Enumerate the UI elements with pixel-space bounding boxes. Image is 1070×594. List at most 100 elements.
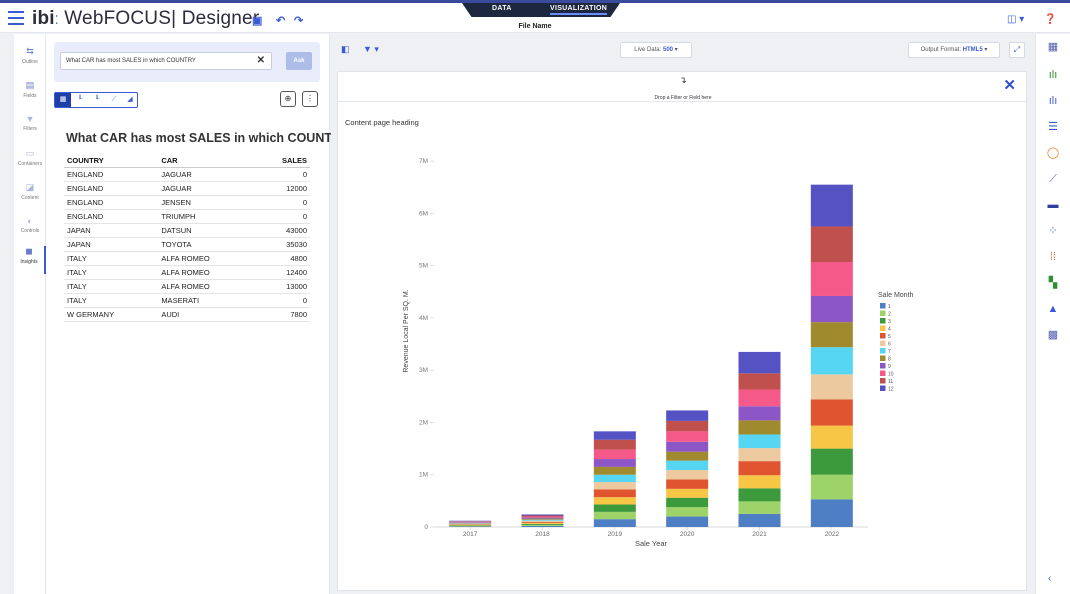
bar-segment-2022-month-8 xyxy=(810,322,853,348)
treemap-chart-icon[interactable]: ▚ xyxy=(1044,276,1062,290)
nav-item-outline[interactable]: ⇆ Outline xyxy=(14,46,46,65)
nav-label: Controls xyxy=(20,228,40,234)
legend-swatch xyxy=(880,378,886,384)
table-row: JAPAN TOYOTA 35030 xyxy=(64,237,310,252)
bar-chart-icon[interactable]: ╙ xyxy=(72,93,88,107)
output-format-select[interactable]: Output Format: HTML5 ▾ xyxy=(908,42,1000,58)
scatter-chart-icon[interactable]: ⁘ xyxy=(1044,224,1062,238)
nav-label: Filters xyxy=(23,126,37,132)
tab-visualization[interactable]: VISUALIZATION xyxy=(550,5,608,15)
layout-toggle-icon[interactable]: ◫ ▾ xyxy=(1007,14,1024,25)
table-row: ENGLAND JAGUAR 0 xyxy=(64,167,310,182)
cell-car: AUDI xyxy=(158,307,255,322)
tab-data[interactable]: DATA xyxy=(492,5,512,12)
table-row: ITALY ALFA ROMEO 4800 xyxy=(64,251,310,266)
line-chart-icon[interactable]: ⟋ xyxy=(1044,172,1062,186)
clear-icon[interactable]: ✕ xyxy=(257,55,265,66)
bar-segment-2022-month-5 xyxy=(810,399,853,426)
cell-car: MASERATI xyxy=(158,293,255,308)
cell-sales: 12400 xyxy=(254,265,310,280)
table-chart-icon[interactable]: ▦ xyxy=(1044,40,1062,54)
ask-query-text: What CAR has most SALES in which COUNTRY xyxy=(66,58,196,64)
cell-sales: 43000 xyxy=(254,223,310,238)
x-tick-label: 2020 xyxy=(680,531,695,538)
live-data-select[interactable]: Live Data: 500 ▾ xyxy=(620,42,692,58)
ask-button[interactable]: Ask xyxy=(286,52,312,70)
cell-sales: 4800 xyxy=(254,251,310,266)
legend-item-label: 7 xyxy=(888,349,891,355)
x-axis-label: Sale Year xyxy=(635,539,668,548)
area-chart-icon[interactable]: ◢ xyxy=(122,93,138,107)
bar-segment-2019-month-12 xyxy=(593,431,636,440)
nav-label: Outline xyxy=(22,59,38,65)
ask-input[interactable]: What CAR has most SALES in which COUNTRY… xyxy=(60,52,272,70)
legend-swatch xyxy=(880,370,886,376)
legend-swatch xyxy=(880,303,886,309)
pyramid-chart-icon[interactable]: ▲ xyxy=(1044,302,1062,316)
line-chart-icon[interactable]: ⟋ xyxy=(106,93,122,107)
nav-item-filters[interactable]: ▼ Filters xyxy=(14,114,46,132)
bar-segment-2019-month-4 xyxy=(593,497,636,505)
table-view-icon[interactable]: ▦ xyxy=(55,93,71,107)
col-sales: SALES xyxy=(254,154,310,168)
x-tick-label: 2022 xyxy=(825,531,840,538)
cell-country: W GERMANY xyxy=(64,307,159,322)
nav-item-containers[interactable]: ▭ Containers xyxy=(14,148,46,167)
bar-segment-2017-month-2 xyxy=(449,525,492,527)
pie-chart-icon[interactable]: ◯ xyxy=(1044,146,1062,160)
y-tick-label: 6M xyxy=(419,210,428,217)
more-options-icon[interactable]: ⋮ xyxy=(302,91,318,107)
area-chart-icon[interactable]: ▬ xyxy=(1044,198,1062,212)
vertical-bar-icon[interactable]: ılı xyxy=(1044,68,1062,82)
live-data-value: 500 xyxy=(662,47,673,53)
page-icon[interactable]: ◧ xyxy=(341,44,350,55)
content-icon: ◪ xyxy=(25,182,35,192)
legend-item-label: 1 xyxy=(888,304,891,310)
stacked-bar-icon[interactable]: ╙ xyxy=(89,93,105,107)
cell-sales: 7800 xyxy=(254,307,310,322)
nav-item-content[interactable]: ◪ Content xyxy=(14,182,46,201)
filter-icon: ▼ xyxy=(25,114,35,124)
add-to-page-icon[interactable]: ⊕ xyxy=(280,91,296,107)
matrix-chart-icon[interactable]: ⁞⁞ xyxy=(1044,250,1062,264)
bar-segment-2022-month-2 xyxy=(810,474,853,500)
bar-segment-2020-month-7 xyxy=(666,460,709,471)
cell-country: ITALY xyxy=(64,279,159,294)
bar-segment-2021-month-2 xyxy=(738,501,781,514)
expand-icon[interactable]: ⤢ xyxy=(1009,42,1025,58)
bar-segment-2020-month-8 xyxy=(666,451,709,461)
cell-country: JAPAN xyxy=(64,223,159,238)
nav-item-insights[interactable]: ◼ Insights xyxy=(14,246,46,274)
cell-car: ALFA ROMEO xyxy=(158,265,255,280)
legend-item-label: 3 xyxy=(888,319,891,325)
bar-segment-2018-month-1 xyxy=(521,525,564,527)
file-name: File Name xyxy=(518,23,552,30)
legend-swatch xyxy=(880,340,886,346)
filter-dropdown-icon[interactable]: ▼ ▾ xyxy=(363,44,379,55)
report-table: COUNTRY CAR SALES ENGLAND JAGUAR 0 ENGLAND J… xyxy=(64,154,310,322)
x-tick-label: 2018 xyxy=(535,531,550,538)
nav-item-fields[interactable]: ▤ Fields xyxy=(14,80,46,99)
y-tick-label: 0 xyxy=(424,524,428,531)
column-chart-icon[interactable]: ılı xyxy=(1044,94,1062,108)
bar-segment-2019-month-7 xyxy=(593,474,636,483)
horizontal-bar-icon[interactable]: ☰ xyxy=(1044,120,1062,134)
canvas-toolbar: ◧ ▼ ▾ Live Data: 500 ▾ Output Format: HT… xyxy=(331,34,1035,64)
bar-segment-2020-month-6 xyxy=(666,470,709,480)
y-tick-label: 2M xyxy=(419,419,428,426)
controls-icon: ◐ xyxy=(27,216,33,226)
legend-item-label: 9 xyxy=(888,364,891,370)
y-tick-label: 3M xyxy=(419,367,428,374)
table-row: ITALY ALFA ROMEO 12400 xyxy=(64,265,310,280)
nav-item-controls[interactable]: ◐ Controls xyxy=(14,216,46,234)
cell-sales: 13000 xyxy=(254,279,310,294)
insights-icon: ◼ xyxy=(25,246,33,256)
table-row: JAPAN DATSUN 43000 xyxy=(64,223,310,238)
bar-segment-2021-month-3 xyxy=(738,488,781,502)
bar-segment-2018-month-6 xyxy=(521,520,564,522)
collapse-rail-icon[interactable]: ‹ xyxy=(1048,573,1051,584)
help-icon[interactable]: ❓ xyxy=(1044,14,1056,25)
legend-item-label: 12 xyxy=(888,387,894,393)
heatmap-chart-icon[interactable]: ▩ xyxy=(1044,328,1062,342)
bar-segment-2017-month-3 xyxy=(449,525,492,526)
